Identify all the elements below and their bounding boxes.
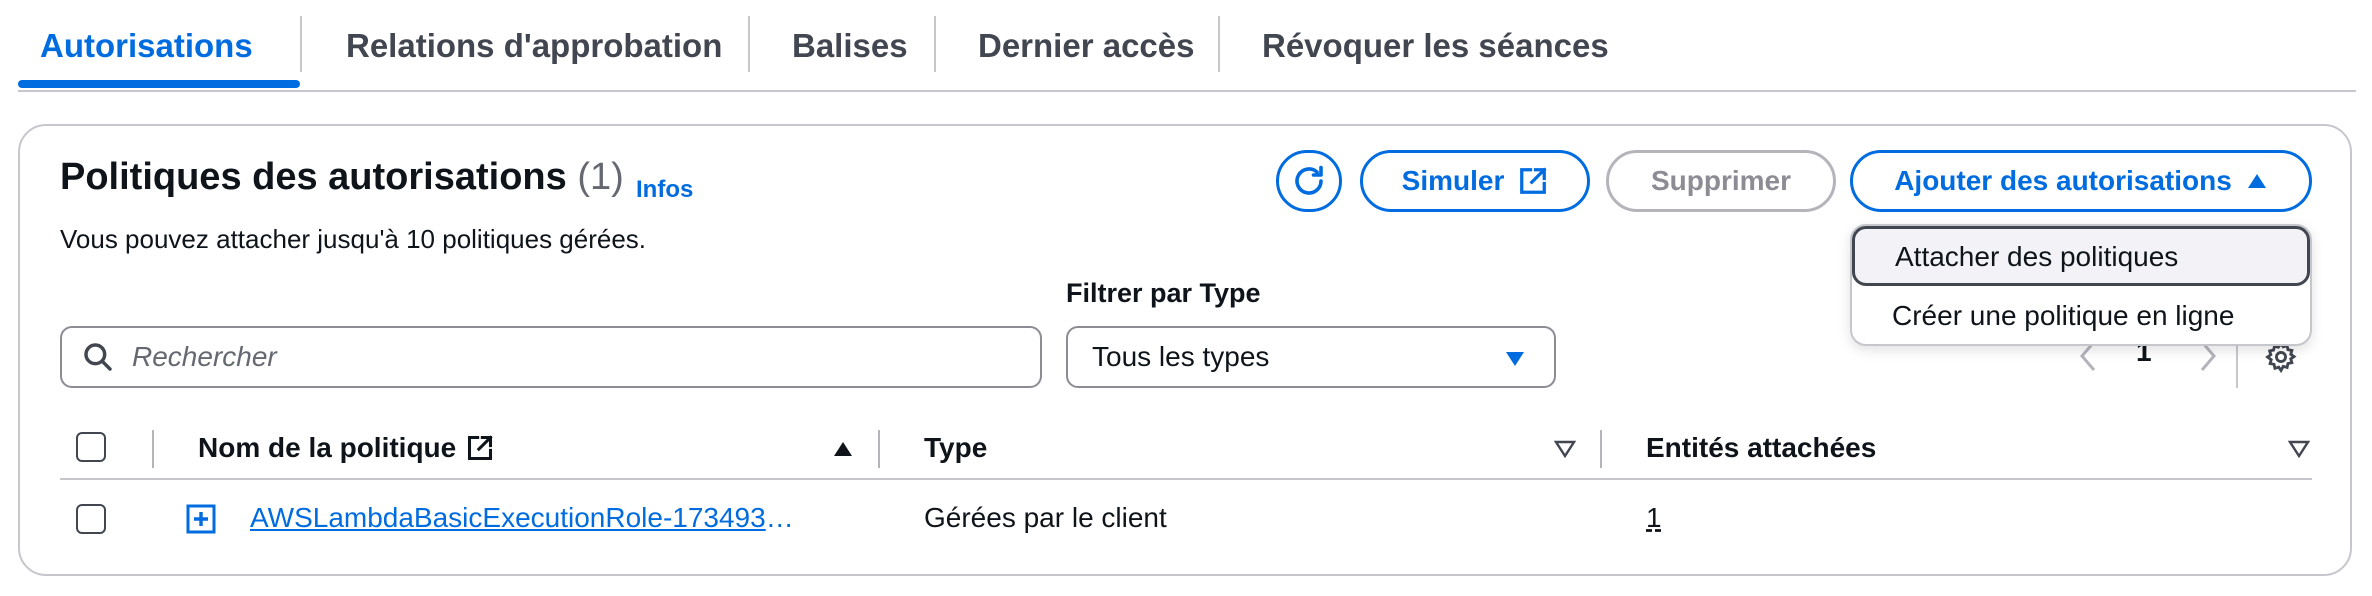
sort-icon[interactable] [1554,440,1576,458]
policy-type: Gérées par le client [924,502,1167,533]
refresh-button[interactable] [1276,150,1342,212]
column-header-policy-name-label: Nom de la politique [198,432,457,463]
expand-icon[interactable] [186,504,216,534]
external-link-icon [1520,167,1547,194]
row-checkbox[interactable] [76,504,106,534]
search-input[interactable]: Rechercher [60,326,1042,388]
search-placeholder: Rechercher [132,341,277,372]
filter-type-label: Filtrer par Type [1066,278,1261,308]
tab-separator [1218,16,1220,72]
caret-up-icon [2247,174,2266,188]
type-filter-value: Tous les types [1092,341,1270,372]
column-header-policy-name[interactable]: Nom de la politique [198,432,494,464]
delete-button[interactable]: Supprimer [1606,150,1836,212]
column-header-type[interactable]: Type [924,432,987,464]
menu-item-create-inline-policy[interactable]: Créer une politique en ligne [1852,288,2310,348]
policy-count: (1) [577,156,624,198]
type-filter-select[interactable]: Tous les types [1066,326,1556,388]
tab-balises[interactable]: Balises [792,18,908,74]
tab-autorisations[interactable]: Autorisations [40,18,253,74]
menu-item-attach-policies[interactable]: Attacher des politiques [1852,226,2310,286]
tab-separator [748,16,750,72]
policy-name-link[interactable]: AWSLambdaBasicExecutionRole-1734930… [250,502,806,534]
attached-entities-count[interactable]: 1 [1646,502,1662,534]
caret-down-icon [1506,352,1524,366]
delete-label: Supprimer [1650,165,1792,196]
column-header-attached-entities-label: Entités attachées [1646,432,1877,463]
simulate-button[interactable]: Simuler [1360,150,1590,212]
panel-subtitle: Vous pouvez attacher jusqu'à 10 politiqu… [60,224,647,254]
search-icon [84,343,112,371]
simulate-label: Simuler [1401,165,1505,196]
sort-ascending-icon[interactable] [832,440,854,458]
column-separator [152,430,154,468]
column-header-type-label: Type [924,432,988,463]
tab-dernier-acces[interactable]: Dernier accès [978,18,1194,74]
panel-title: Politiques des autorisations [60,156,567,198]
refresh-icon [1295,165,1323,195]
tab-relations-approbation[interactable]: Relations d'approbation [346,18,722,74]
sort-icon[interactable] [2288,440,2310,458]
page-title: Politiques des autorisations (1) [60,156,624,199]
add-permissions-menu: Attacher des politiques Créer une politi… [1850,224,2312,346]
info-link[interactable]: Infos [636,176,693,204]
column-separator [878,430,880,468]
permissions-policies-panel: Politiques des autorisations (1) Infos V… [18,124,2352,576]
column-header-attached-entities[interactable]: Entités attachées [1646,432,1876,464]
table-header: Nom de la politique Type Entités attaché… [60,416,2312,480]
table-row: AWSLambdaBasicExecutionRole-1734930… Gér… [60,480,2312,560]
tab-bar: Autorisations Relations d'approbation Ba… [18,0,2356,92]
select-all-checkbox[interactable] [76,432,106,462]
external-link-icon [468,435,493,461]
tab-revoquer-seances[interactable]: Révoquer les séances [1262,18,1609,74]
tab-separator [934,16,936,72]
add-permissions-button[interactable]: Ajouter des autorisations [1850,150,2312,212]
tab-separator [300,16,302,72]
column-separator [1600,430,1602,468]
active-tab-indicator [18,80,300,88]
add-permissions-label: Ajouter des autorisations [1894,165,2232,196]
